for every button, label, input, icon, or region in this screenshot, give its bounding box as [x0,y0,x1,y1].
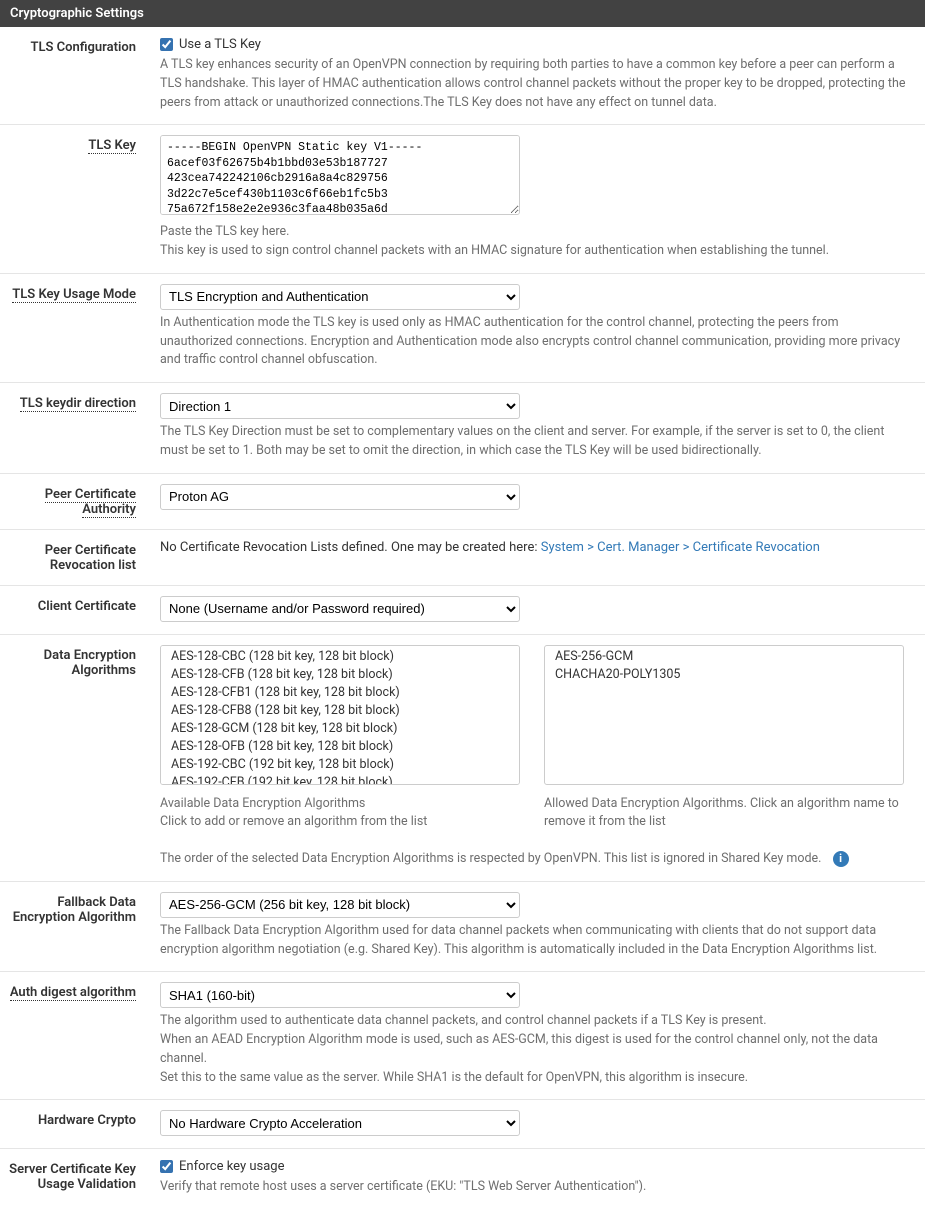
tls-key-help2: This key is used to sign control channel… [160,242,911,261]
tls-config-checkbox[interactable] [160,38,173,51]
auth-digest-help1: The algorithm used to authenticate data … [160,1012,911,1031]
list-item[interactable]: CHACHA20-POLY1305 [545,666,903,684]
tls-keydir-select[interactable]: Direction 1 [160,393,520,419]
row-enc-algos: Data Encryption Algorithms AES-128-CBC (… [0,635,925,882]
label-hw-crypto: Hardware Crypto [38,1113,136,1128]
tls-config-help: A TLS key enhances security of an OpenVP… [160,56,911,112]
row-peer-ca: Peer Certificate Authority Proton AG [0,474,925,530]
list-item[interactable]: AES-128-GCM (128 bit key, 128 bit block) [161,720,519,738]
client-cert-select[interactable]: None (Username and/or Password required) [160,596,520,622]
cert-validation-checkbox[interactable] [160,1160,173,1173]
panel-header: Cryptographic Settings [0,0,925,27]
label-tls-config: TLS Configuration [30,40,136,55]
label-tls-keydir: TLS keydir direction [20,396,136,412]
cert-validation-help: Verify that remote host uses a server ce… [160,1178,911,1197]
label-enc-algos: Data Encryption Algorithms [44,648,136,678]
list-item[interactable]: AES-192-CFB (192 bit key, 128 bit block) [161,774,519,784]
label-cert-validation: Server Certificate Key Usage Validation [9,1162,136,1192]
list-item[interactable]: AES-128-CFB1 (128 bit key, 128 bit block… [161,684,519,702]
label-auth-digest: Auth digest algorithm [10,985,136,1001]
list-item[interactable]: AES-192-CBC (192 bit key, 128 bit block) [161,756,519,774]
row-fallback: Fallback Data Encryption Algorithm AES-2… [0,882,925,973]
auth-digest-help2: When an AEAD Encryption Algorithm mode i… [160,1031,911,1069]
tls-config-checkbox-label: Use a TLS Key [179,37,261,52]
row-cert-validation: Server Certificate Key Usage Validation … [0,1149,925,1209]
peer-crl-text: No Certificate Revocation Lists defined.… [160,540,541,555]
row-tls-key: TLS Key Paste the TLS key here. This key… [0,125,925,274]
list-item[interactable]: AES-128-CFB (128 bit key, 128 bit block) [161,666,519,684]
list-item[interactable]: AES-256-GCM [545,648,903,666]
label-tls-key: TLS Key [88,138,136,154]
label-client-cert: Client Certificate [38,599,136,614]
tls-keydir-help: The TLS Key Direction must be set to com… [160,423,911,461]
tls-usage-select[interactable]: TLS Encryption and Authentication [160,284,520,310]
label-tls-usage: TLS Key Usage Mode [12,287,136,303]
list-item[interactable]: AES-128-CBC (128 bit key, 128 bit block) [161,648,519,666]
peer-crl-link[interactable]: System > Cert. Manager > Certificate Rev… [541,540,820,555]
auth-digest-select[interactable]: SHA1 (160-bit) [160,982,520,1008]
list-item[interactable]: AES-128-CFB8 (128 bit key, 128 bit block… [161,702,519,720]
hw-crypto-select[interactable]: No Hardware Crypto Acceleration [160,1110,520,1136]
fallback-select[interactable]: AES-256-GCM (256 bit key, 128 bit block) [160,892,520,918]
info-icon[interactable]: i [833,851,849,867]
allowed-help: Allowed Data Encryption Algorithms. Clic… [544,795,904,833]
row-peer-crl: Peer Certificate Revocation list No Cert… [0,530,925,586]
peer-ca-select[interactable]: Proton AG [160,484,520,510]
list-item[interactable]: AES-128-OFB (128 bit key, 128 bit block) [161,738,519,756]
tls-key-textarea[interactable] [160,135,520,215]
row-tls-config: TLS Configuration Use a TLS Key A TLS ke… [0,27,925,125]
available-caption: Available Data Encryption Algorithms [160,795,520,814]
tls-key-help1: Paste the TLS key here. [160,223,911,242]
available-algos-list[interactable]: AES-128-CBC (128 bit key, 128 bit block)… [160,645,520,785]
label-peer-ca: Peer Certificate Authority [45,487,136,518]
auth-digest-help3: Set this to the same value as the server… [160,1069,911,1088]
allowed-algos-list[interactable]: AES-256-GCMCHACHA20-POLY1305 [544,645,904,785]
row-tls-keydir: TLS keydir direction Direction 1 The TLS… [0,383,925,474]
row-tls-usage: TLS Key Usage Mode TLS Encryption and Au… [0,274,925,383]
label-fallback: Fallback Data Encryption Algorithm [13,895,136,925]
order-note: The order of the selected Data Encryptio… [160,851,821,866]
row-client-cert: Client Certificate None (Username and/or… [0,586,925,635]
row-auth-digest: Auth digest algorithm SHA1 (160-bit) The… [0,972,925,1100]
tls-usage-help: In Authentication mode the TLS key is us… [160,314,911,370]
row-hw-crypto: Hardware Crypto No Hardware Crypto Accel… [0,1100,925,1149]
available-help: Click to add or remove an algorithm from… [160,813,520,832]
cert-validation-checkbox-label: Enforce key usage [179,1159,285,1174]
label-peer-crl: Peer Certificate Revocation list [45,543,136,573]
fallback-help: The Fallback Data Encryption Algorithm u… [160,922,911,960]
